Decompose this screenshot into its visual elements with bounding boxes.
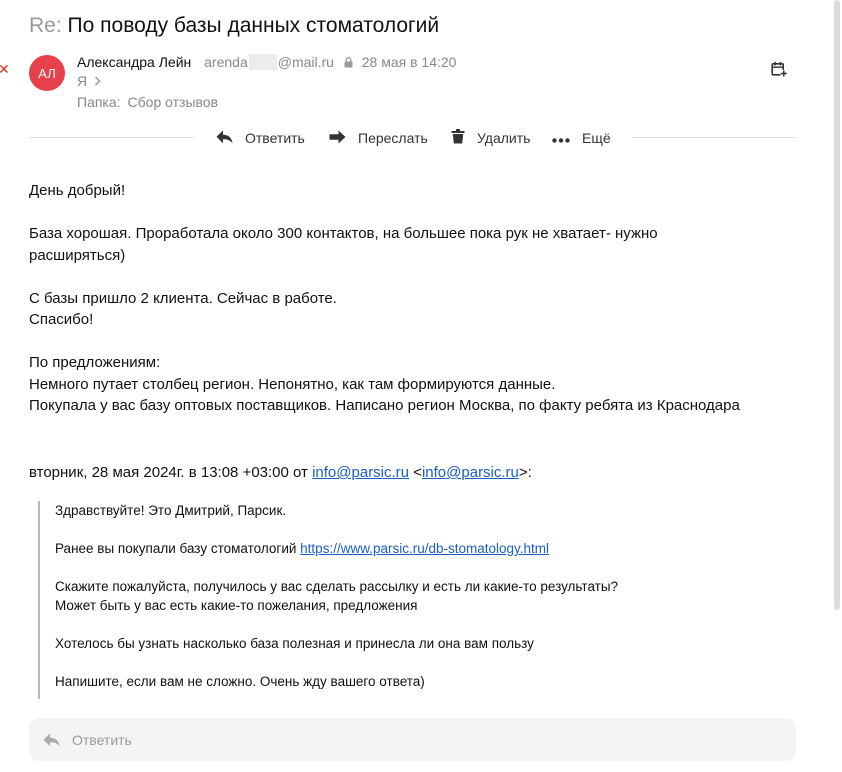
- sender-email[interactable]: arenda @mail.ru: [204, 54, 334, 70]
- quote-header: вторник, 28 мая 2024г. в 13:08 +03:00 от…: [29, 462, 532, 483]
- forward-icon: [329, 130, 358, 147]
- sender-avatar[interactable]: АЛ: [29, 55, 65, 91]
- paragraph-line: Спасибо!: [29, 311, 94, 328]
- quote-header-prefix: вторник, 28 мая 2024г. в 13:08 +03:00 от: [29, 464, 313, 481]
- greeting: День добрый!: [29, 182, 126, 199]
- recipient-label: Я: [77, 73, 88, 89]
- sender-name[interactable]: Александра Лейн: [77, 54, 191, 70]
- flag-mark-icon: ✕: [0, 61, 10, 77]
- lock-icon: [344, 54, 353, 72]
- quick-reply-bar[interactable]: Ответить: [29, 718, 796, 761]
- forward-label: Переслать: [358, 130, 428, 146]
- scrollbar[interactable]: [834, 0, 840, 610]
- quote-sender-mailto-link[interactable]: info@parsic.ru: [422, 464, 519, 481]
- folder-value[interactable]: Сбор отзывов: [128, 94, 218, 110]
- reply-label: Ответить: [245, 130, 305, 146]
- folder-line: Папка: Сбор отзывов: [77, 93, 218, 111]
- trash-icon: [451, 129, 477, 147]
- quote-line: Скажите пожалуйста, получилось у вас сде…: [55, 579, 619, 594]
- more-dots-icon: [552, 130, 582, 146]
- reply-icon: [43, 733, 60, 746]
- more-label: Ещё: [582, 130, 611, 146]
- delete-button[interactable]: Удалить: [451, 127, 530, 149]
- quote-line: Может быть у вас есть какие-то пожелания…: [55, 598, 418, 613]
- subject-prefix: Re:: [29, 14, 62, 37]
- paragraph-line: По предложениям:: [29, 354, 161, 371]
- sender-email-end: @mail.ru: [277, 54, 334, 70]
- quoted-text: Здравствуйте! Это Дмитрий, Парсик. Ранее…: [55, 501, 618, 691]
- paragraph-line: Покупала у вас базу оптовых поставщиков.…: [29, 397, 740, 414]
- quote-sender-link[interactable]: info@parsic.ru: [312, 464, 409, 481]
- quote-line: Напишите, если вам не сложно. Очень жду …: [55, 674, 425, 689]
- subject-text: По поводу базы данных стоматологий: [67, 14, 440, 37]
- add-to-calendar-icon[interactable]: [771, 61, 787, 82]
- reply-icon: [216, 130, 245, 147]
- reply-button[interactable]: Ответить: [216, 127, 305, 149]
- quote-header-close: >:: [518, 464, 532, 481]
- paragraph-line: База хорошая. Проработала около 300 конт…: [29, 225, 658, 242]
- quick-reply-placeholder: Ответить: [72, 731, 132, 748]
- folder-label: Папка:: [77, 94, 121, 110]
- message-body: День добрый! База хорошая. Проработала о…: [29, 180, 819, 417]
- toolbar-divider-right: [632, 137, 796, 138]
- message-subject: Re: По поводу базы данных стоматологий: [29, 12, 439, 40]
- recipient-line[interactable]: Я: [77, 72, 101, 90]
- sender-email-start: arenda: [204, 54, 248, 70]
- quote-line-text: Ранее вы покупали базу стоматологий: [55, 541, 301, 556]
- quote-line: Здравствуйте! Это Дмитрий, Парсик.: [55, 503, 287, 518]
- quote-header-open: <: [409, 464, 422, 481]
- avatar-initials: АЛ: [38, 65, 56, 81]
- forward-button[interactable]: Переслать: [329, 127, 428, 149]
- quote-line: Ранее вы покупали базу стоматологий http…: [55, 539, 618, 558]
- sender-line: Александра Лейн arenda @mail.ru 28 мая в …: [77, 53, 456, 72]
- paragraph-line: Немного путает столбец регион. Непонятно…: [29, 375, 556, 393]
- toolbar-divider-left: [29, 137, 194, 138]
- paragraph-line: С базы пришло 2 клиента. Сейчас в работе…: [29, 289, 337, 307]
- message-toolbar: Ответить Переслать Удалить Ещё: [29, 127, 796, 149]
- quote-line: Хотелось бы узнать насколько база полезн…: [55, 636, 534, 651]
- chevron-right-icon: [94, 72, 101, 90]
- db-stomatology-link[interactable]: https://www.parsic.ru/db-stomatology.htm…: [300, 541, 549, 556]
- delete-label: Удалить: [477, 130, 531, 146]
- more-button[interactable]: Ещё: [552, 127, 611, 149]
- message-date: 28 мая в 14:20: [361, 54, 457, 70]
- email-mask: [248, 54, 277, 70]
- paragraph-line: расширяться): [29, 246, 126, 264]
- quoted-message: Здравствуйте! Это Дмитрий, Парсик. Ранее…: [38, 501, 800, 699]
